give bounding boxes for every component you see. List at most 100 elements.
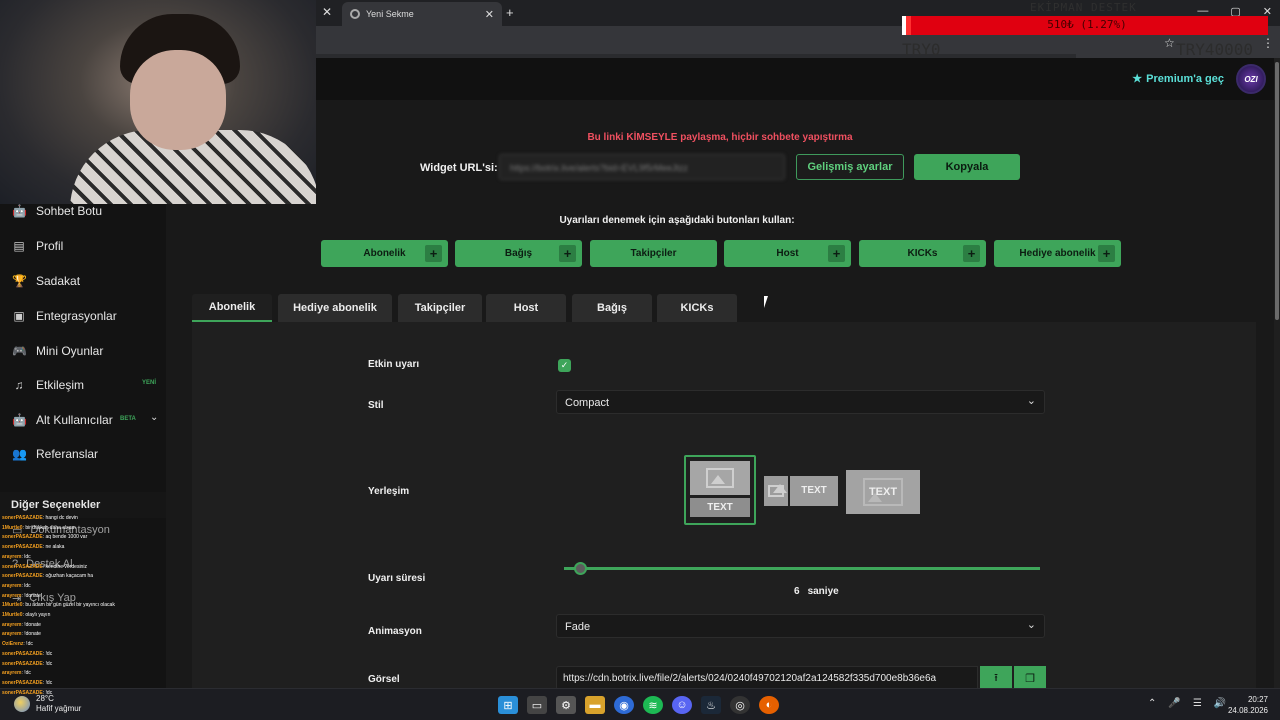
task-view-icon[interactable]: ▭ xyxy=(527,696,547,714)
firefox-icon[interactable]: ◐ xyxy=(759,696,779,714)
test-kicks-button[interactable]: KICKs + xyxy=(859,240,986,267)
chat-username: sonerPASAZADE xyxy=(2,573,43,580)
close-tab-icon[interactable]: ✕ xyxy=(485,8,494,21)
sidebar-item-label: Mini Oyunlar xyxy=(36,344,104,358)
widget-url-input[interactable]: https://botrix.live/alerts?bid=EVL9f5rMe… xyxy=(499,154,785,180)
integration-icon: ▣ xyxy=(13,309,25,323)
layout-text: TEXT xyxy=(868,486,898,498)
new-tab-button[interactable]: + xyxy=(506,5,514,20)
chevron-down-icon: ⌄ xyxy=(1026,619,1036,631)
clock[interactable]: 20:27 24.08.2026 xyxy=(1226,694,1268,716)
widget-url-label: Widget URL'si: xyxy=(420,162,498,174)
sidebar-item-label: Referanslar xyxy=(36,447,99,461)
image-placeholder-icon xyxy=(764,476,788,506)
chat-text: : !donate xyxy=(21,631,41,638)
plus-icon[interactable]: + xyxy=(559,245,576,262)
tab-abonelik[interactable]: Abonelik xyxy=(192,294,272,322)
donation-current: TRY0 xyxy=(902,40,941,59)
discord-icon[interactable]: ☺ xyxy=(672,696,692,714)
layout-option-side[interactable]: TEXT xyxy=(764,474,840,506)
chevron-down-icon[interactable]: ⌄ xyxy=(150,412,158,423)
microphone-icon[interactable]: 🎤 xyxy=(1168,698,1180,709)
plus-icon[interactable]: + xyxy=(963,245,980,262)
advanced-settings-button[interactable]: Gelişmiş ayarlar xyxy=(796,154,904,180)
chat-text: : !dc xyxy=(42,660,53,667)
tab-takip-iler[interactable]: Takipçiler xyxy=(398,294,482,322)
chat-message: sonerPASAZADE: kendine verdesiniz xyxy=(2,563,164,573)
browser-tab[interactable]: Yeni Sekme ✕ xyxy=(342,2,502,26)
chrome-icon[interactable]: ◉ xyxy=(614,696,634,714)
chat-username: sonerPASAZADE xyxy=(2,544,43,551)
layout-option-overlay[interactable]: TEXT xyxy=(846,470,920,514)
copy-button[interactable]: Kopyala xyxy=(914,154,1020,180)
enabled-label: Etkin uyarı xyxy=(368,359,420,370)
animation-select[interactable]: Fade ⌄ xyxy=(556,614,1045,638)
test-takip-iler-button[interactable]: Takipçiler xyxy=(590,240,717,267)
plus-icon[interactable]: + xyxy=(425,245,442,262)
layout-text: TEXT xyxy=(690,498,750,517)
tab-ba-[interactable]: Bağış xyxy=(572,294,652,322)
steam-icon[interactable]: ♨ xyxy=(701,696,721,714)
donation-goal: TRY40000 xyxy=(1176,40,1254,59)
gamepad-icon: 🎮 xyxy=(12,344,27,358)
menu-dots-icon[interactable]: ⋮ xyxy=(1262,36,1274,50)
settings-icon[interactable]: ⚙ xyxy=(556,696,576,714)
style-select[interactable]: Compact ⌄ xyxy=(556,390,1045,414)
tab-kicks[interactable]: KICKs xyxy=(657,294,737,322)
file-explorer-icon[interactable]: ▬ xyxy=(585,696,605,714)
chat-text: : ldc xyxy=(21,582,31,589)
image-url-input[interactable]: https://cdn.botrix.live/file/2/alerts/02… xyxy=(556,666,978,690)
enabled-checkbox[interactable]: ✓ xyxy=(558,359,571,372)
duration-slider[interactable] xyxy=(564,562,1040,575)
layout-text: TEXT xyxy=(790,476,838,506)
tab-host[interactable]: Host xyxy=(486,294,566,322)
tab-hediye-abonelik[interactable]: Hediye abonelik xyxy=(278,294,392,322)
taskbar: 28°C Hafif yağmur ⊞ ▭ ⚙ ▬ ◉ ≋ ☺ ♨ ◎ ◐ ⌃ … xyxy=(0,688,1280,720)
warning-text: Bu linki KİMSEYLE paylaşma, hiçbir sohbe… xyxy=(587,132,853,143)
premium-link[interactable]: ★ Premium'a geç xyxy=(1132,72,1224,86)
new-badge: YENİ xyxy=(142,380,157,386)
test-abonelik-button[interactable]: Abonelik + xyxy=(321,240,448,267)
network-icon[interactable]: ☰ xyxy=(1193,698,1202,709)
chevron-up-icon[interactable]: ⌃ xyxy=(1148,698,1156,709)
scrollbar-thumb[interactable] xyxy=(1275,62,1279,320)
gallery-icon[interactable]: ❐ xyxy=(1014,666,1046,690)
test-ba--button[interactable]: Bağış + xyxy=(455,240,582,267)
sidebar-item-label: Alt Kullanıcılar xyxy=(36,413,113,427)
test-host-button[interactable]: Host + xyxy=(724,240,851,267)
chat-message: arayrem: !donate xyxy=(2,621,164,631)
chat-message: sonerPASAZADE: !dc xyxy=(2,689,164,699)
browser-tab-title: Yeni Sekme xyxy=(366,9,414,19)
sidebar-item-profile[interactable]: ▤ Profil xyxy=(0,229,166,263)
sidebar-item-label: Profil xyxy=(36,239,64,253)
sidebar-item-interaction[interactable]: ♫ Etkileşim YENİ xyxy=(0,368,166,402)
obs-icon[interactable]: ◎ xyxy=(730,696,750,714)
sidebar-item-subusers[interactable]: 🤖 Alt Kullanıcılar BETA ⌄ xyxy=(0,403,166,437)
plus-icon[interactable]: + xyxy=(1098,245,1115,262)
sidebar-item-minigames[interactable]: 🎮 Mini Oyunlar xyxy=(0,334,166,368)
time: 20:27 xyxy=(1247,695,1268,704)
upload-icon[interactable]: ⭱ xyxy=(980,666,1012,690)
animation-value: Fade xyxy=(565,621,591,633)
windows-start-icon[interactable]: ⊞ xyxy=(498,696,518,714)
chat-text: : ne alaka xyxy=(42,544,65,551)
sidebar-item-referrals[interactable]: 👥 Referanslar xyxy=(0,437,166,471)
page-scrollbar[interactable] xyxy=(1274,58,1280,688)
layout-option-stacked[interactable]: TEXT xyxy=(684,455,756,525)
close-previous-tab-icon[interactable]: ✕ xyxy=(322,5,332,19)
chat-username: sonerPASAZADE xyxy=(2,650,43,657)
test-hediye-abonelik-button[interactable]: Hediye abonelik + xyxy=(994,240,1121,267)
chat-username: arayrem xyxy=(2,670,22,677)
spotify-icon[interactable]: ≋ xyxy=(643,696,663,714)
chat-username: sonerPASAZADE xyxy=(2,660,43,667)
chat-text: : bu adam bir gün güzel bir yayıncı olac… xyxy=(22,602,115,609)
weather-icon xyxy=(14,696,30,712)
plus-icon[interactable]: + xyxy=(828,245,845,262)
volume-icon[interactable]: 🔊 xyxy=(1214,698,1226,709)
chat-username: 1Murtle0 xyxy=(2,602,23,609)
bookmark-star-icon[interactable]: ☆ xyxy=(1164,36,1175,50)
slider-handle[interactable] xyxy=(573,562,587,575)
sidebar-item-integrations[interactable]: ▣ Entegrasyonlar xyxy=(0,299,166,333)
avatar[interactable]: OZI xyxy=(1236,64,1266,94)
sidebar-item-loyalty[interactable]: 🏆 Sadakat xyxy=(0,264,166,298)
